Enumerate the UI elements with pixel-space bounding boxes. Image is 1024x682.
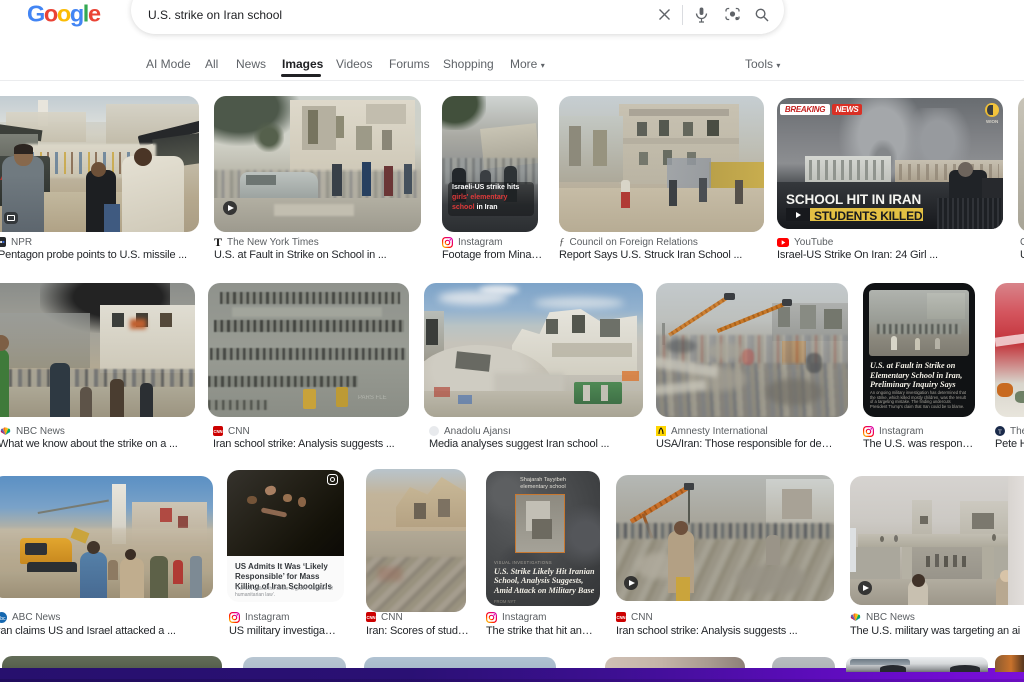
svg-text:CNN: CNN [616,615,625,620]
svg-text:T: T [998,429,1002,435]
svg-text:Google: Google [27,1,101,27]
svg-text:abc: abc [0,615,6,621]
svg-text:CNN: CNN [366,615,375,620]
svg-text:CNN: CNN [213,429,222,434]
